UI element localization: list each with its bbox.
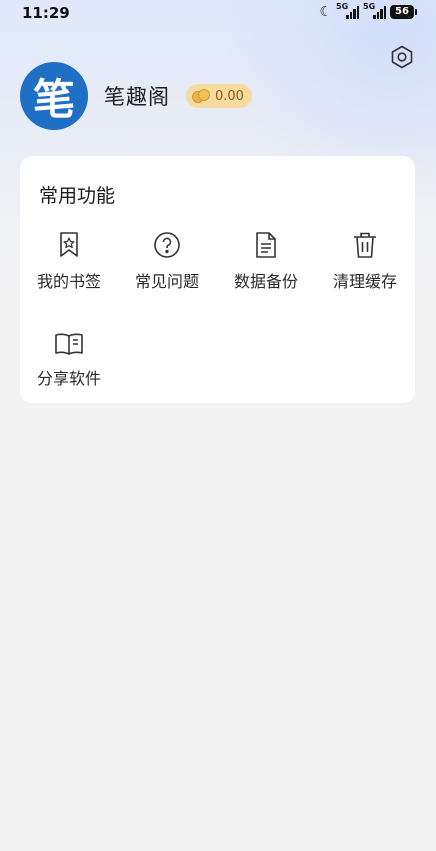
bookmarks-button[interactable]: 我的书签 bbox=[20, 231, 118, 292]
card-title: 常用功能 bbox=[39, 185, 116, 207]
moon-icon: ☾ bbox=[319, 4, 332, 20]
settings-button[interactable] bbox=[390, 45, 414, 69]
battery-icon: 56 bbox=[390, 5, 417, 19]
signal-icon: 5G bbox=[336, 2, 359, 19]
profile-header: 笔 笔趣阁 0.00 bbox=[20, 62, 252, 130]
trash-icon bbox=[354, 232, 376, 258]
signal-icon: 5G bbox=[363, 2, 386, 19]
common-functions-card: 常用功能 我的书签 常见问题 数据备份 清理缓存 分享软件 bbox=[20, 156, 415, 403]
gear-icon bbox=[391, 45, 413, 69]
feature-label: 清理缓存 bbox=[332, 272, 397, 291]
status-bar: 11:29 ☾ 5G 5G 56 bbox=[0, 0, 436, 28]
coin-balance: 0.00 bbox=[215, 88, 244, 104]
feature-label: 常见问题 bbox=[134, 272, 199, 291]
feature-label: 分享软件 bbox=[36, 369, 101, 388]
open-book-icon bbox=[55, 333, 83, 355]
document-icon bbox=[256, 232, 276, 258]
app-name: 笔趣阁 bbox=[104, 85, 170, 109]
share-app-button[interactable]: 分享软件 bbox=[20, 332, 118, 389]
data-backup-button[interactable]: 数据备份 bbox=[217, 231, 315, 292]
status-time: 11:29 bbox=[22, 4, 70, 22]
avatar[interactable]: 笔 bbox=[20, 62, 88, 130]
clear-cache-button[interactable]: 清理缓存 bbox=[316, 231, 414, 292]
feature-label: 我的书签 bbox=[36, 272, 101, 291]
feature-label: 数据备份 bbox=[233, 272, 298, 291]
bookmark-star-icon bbox=[60, 232, 78, 257]
faq-button[interactable]: 常见问题 bbox=[118, 231, 216, 292]
coins-icon bbox=[192, 89, 210, 103]
question-circle-icon bbox=[154, 232, 180, 258]
status-icons: ☾ 5G 5G 56 bbox=[319, 2, 417, 20]
coin-balance-badge[interactable]: 0.00 bbox=[186, 84, 252, 108]
